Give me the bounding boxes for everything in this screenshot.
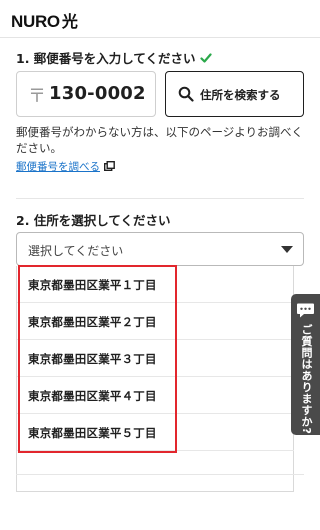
address-option-label: 東京都墨田区業平２丁目 bbox=[28, 315, 157, 329]
section-divider bbox=[16, 198, 304, 199]
step1-title: 1. 郵便番号を入力してください bbox=[16, 48, 212, 67]
app-header: NURO 光 bbox=[0, 0, 320, 38]
chevron-down-icon bbox=[281, 246, 293, 253]
step2-title: 2. 住所を選択してください bbox=[16, 213, 171, 228]
zip-help-text: 郵便番号がわからない方は、以下のページよりお調べください。 bbox=[16, 125, 304, 155]
address-option-4[interactable]: 東京都墨田区業平４丁目 bbox=[17, 377, 294, 414]
address-option-label: 東京都墨田区業平５丁目 bbox=[28, 426, 157, 440]
address-select[interactable]: 選択してください bbox=[16, 232, 304, 266]
address-select-placeholder: 選択してください bbox=[28, 244, 124, 258]
help-chat-tab[interactable]: ご質問はありますか? bbox=[291, 294, 320, 435]
address-option-label: 東京都墨田区業平４丁目 bbox=[28, 389, 157, 403]
address-option-2[interactable]: 東京都墨田区業平２丁目 bbox=[17, 303, 294, 340]
zip-code-value: 130-0002 bbox=[49, 83, 146, 104]
external-link-icon bbox=[104, 161, 115, 171]
nuro-logo[interactable]: NURO 光 bbox=[11, 8, 78, 32]
address-option-3[interactable]: 東京都墨田区業平３丁目 bbox=[17, 340, 294, 377]
section-divider-bottom bbox=[16, 474, 304, 475]
logo-brand: NURO bbox=[11, 12, 60, 31]
address-option-5[interactable]: 東京都墨田区業平５丁目 bbox=[17, 414, 294, 451]
address-option-label: 東京都墨田区業平１丁目 bbox=[28, 278, 157, 292]
search-address-button[interactable]: 住所を検索する bbox=[165, 71, 304, 117]
logo-suffix: 光 bbox=[61, 14, 78, 31]
postal-mark-icon: 〒 bbox=[28, 86, 46, 107]
address-dropdown-list: 東京都墨田区業平１丁目 東京都墨田区業平２丁目 東京都墨田区業平３丁目 東京都墨… bbox=[16, 266, 294, 492]
search-icon bbox=[178, 86, 194, 102]
help-tab-label: ご質問はありますか? bbox=[300, 324, 313, 435]
address-option-label: 東京都墨田区業平３丁目 bbox=[28, 352, 157, 366]
chat-bubble-icon bbox=[297, 303, 314, 318]
zip-lookup-link[interactable]: 郵便番号を調べる bbox=[16, 159, 100, 174]
address-option-1[interactable]: 東京都墨田区業平１丁目 bbox=[17, 266, 294, 303]
step1-title-text: 1. 郵便番号を入力してください bbox=[16, 51, 196, 66]
zip-code-input[interactable]: 〒 130-0002 bbox=[16, 71, 156, 117]
check-icon bbox=[199, 53, 212, 63]
search-address-label: 住所を検索する bbox=[200, 88, 281, 102]
